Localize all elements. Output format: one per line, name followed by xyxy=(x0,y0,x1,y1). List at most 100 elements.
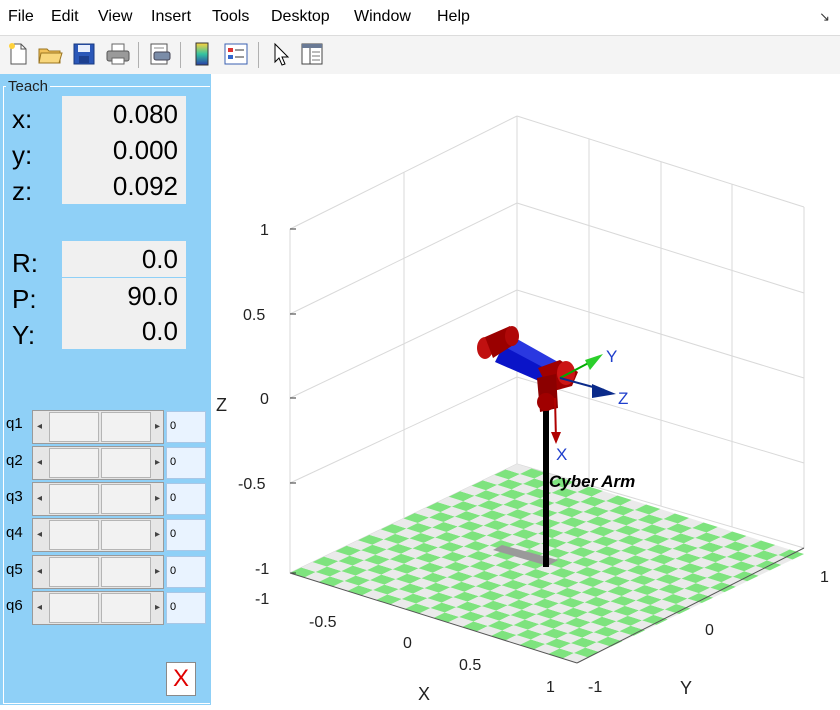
menu-tools[interactable]: Tools xyxy=(212,8,249,26)
z-label: z: xyxy=(12,176,33,206)
yaw-label: Y: xyxy=(12,320,36,350)
y-label: y: xyxy=(12,140,33,170)
slider-trough-left[interactable] xyxy=(49,520,99,550)
slider-trough-left[interactable] xyxy=(49,557,99,587)
y-tick-label: -1 xyxy=(588,679,602,696)
new-file-icon[interactable] xyxy=(4,40,32,68)
q6-slider[interactable]: ◂ ▸ xyxy=(32,591,164,625)
robot-3d-plot[interactable]: Z X Y 1 0.5 0 -0.5 -1 -1 -0.5 0 0.5 1 -1… xyxy=(212,74,840,705)
close-teach-button[interactable]: X xyxy=(166,662,196,696)
roll-value: 0.0 xyxy=(62,241,186,277)
colorbar-icon[interactable] xyxy=(188,40,216,68)
slider-thumb[interactable] xyxy=(101,484,151,514)
robot-wrist-joint xyxy=(537,393,555,411)
slider-thumb[interactable] xyxy=(101,557,151,587)
teach-panel: Teach x: y: z: 0.080 0.000 0.092 R: P: Y… xyxy=(0,74,211,705)
slider-left-arrow-icon[interactable]: ◂ xyxy=(37,566,42,577)
menu-file[interactable]: File xyxy=(8,8,34,26)
robot-joint xyxy=(505,326,519,346)
open-folder-icon[interactable] xyxy=(36,40,64,68)
q4-value-field[interactable]: 0 xyxy=(166,519,206,551)
y-axis-label: Y xyxy=(680,678,692,698)
q2-value-field[interactable]: 0 xyxy=(166,447,206,479)
slider-trough-left[interactable] xyxy=(49,484,99,514)
slider-right-arrow-icon[interactable]: ▸ xyxy=(155,457,160,468)
z-value: 0.092 xyxy=(62,168,186,204)
q4-label: q4 xyxy=(6,524,23,541)
menu-desktop[interactable]: Desktop xyxy=(271,8,330,26)
slider-left-arrow-icon[interactable]: ◂ xyxy=(37,421,42,432)
robot-name-label: Cyber Arm xyxy=(549,472,635,491)
q1-value-field[interactable]: 0 xyxy=(166,411,206,443)
q2-label: q2 xyxy=(6,452,23,469)
q5-label: q5 xyxy=(6,561,23,578)
menu-edit[interactable]: Edit xyxy=(51,8,79,26)
slider-right-arrow-icon[interactable]: ▸ xyxy=(155,421,160,432)
slider-thumb[interactable] xyxy=(101,593,151,623)
slider-thumb[interactable] xyxy=(101,412,151,442)
q1-slider[interactable]: ◂ ▸ xyxy=(32,410,164,444)
toolbar xyxy=(0,35,840,74)
x-tick-label: 0.5 xyxy=(459,657,481,674)
z-tick-label: 0.5 xyxy=(243,307,265,324)
q1-label: q1 xyxy=(6,415,23,432)
toolbar-separator xyxy=(180,42,181,68)
slider-left-arrow-icon[interactable]: ◂ xyxy=(37,493,42,504)
plot-canvas[interactable]: Z X Y 1 0.5 0 -0.5 -1 -1 -0.5 0 0.5 1 -1… xyxy=(212,74,840,705)
x-tick-label: 0 xyxy=(403,635,412,652)
x-axis-label: X xyxy=(418,684,430,704)
pointer-icon[interactable] xyxy=(266,40,294,68)
print-icon[interactable] xyxy=(104,40,132,68)
slider-right-arrow-icon[interactable]: ▸ xyxy=(155,493,160,504)
slider-thumb[interactable] xyxy=(101,520,151,550)
menu-insert[interactable]: Insert xyxy=(151,8,191,26)
q3-slider[interactable]: ◂ ▸ xyxy=(32,482,164,516)
menu-help[interactable]: Help xyxy=(437,8,470,26)
frame-y-label: Y xyxy=(606,347,617,366)
slider-left-arrow-icon[interactable]: ◂ xyxy=(37,529,42,540)
z-axis-label: Z xyxy=(216,395,227,415)
dock-arrow-icon[interactable]: ↘ xyxy=(819,9,830,25)
slider-thumb[interactable] xyxy=(101,448,151,478)
legend-icon[interactable] xyxy=(222,40,250,68)
slider-trough-left[interactable] xyxy=(49,448,99,478)
slider-trough-left[interactable] xyxy=(49,593,99,623)
q5-value-field[interactable]: 0 xyxy=(166,556,206,588)
q3-label: q3 xyxy=(6,488,23,505)
q6-value-field[interactable]: 0 xyxy=(166,592,206,624)
slider-left-arrow-icon[interactable]: ◂ xyxy=(37,602,42,613)
z-tick-label: -1 xyxy=(255,561,269,578)
frame-x-label: X xyxy=(556,445,567,464)
q2-slider[interactable]: ◂ ▸ xyxy=(32,446,164,480)
pitch-label: P: xyxy=(12,284,37,314)
q3-value-field[interactable]: 0 xyxy=(166,483,206,515)
y-tick-label: 1 xyxy=(820,569,829,586)
toolbar-separator xyxy=(258,42,259,68)
x-tick-label: -1 xyxy=(255,591,269,608)
x-label: x: xyxy=(12,104,33,134)
property-editor-icon[interactable] xyxy=(298,40,326,68)
toolbar-separator xyxy=(138,42,139,68)
slider-right-arrow-icon[interactable]: ▸ xyxy=(155,602,160,613)
y-value: 0.000 xyxy=(62,132,186,168)
slider-trough-left[interactable] xyxy=(49,412,99,442)
menu-view[interactable]: View xyxy=(98,8,132,26)
menu-window[interactable]: Window xyxy=(354,8,411,26)
menu-bar: File Edit View Insert Tools Desktop Wind… xyxy=(0,0,840,34)
teach-title: Teach xyxy=(6,78,51,95)
roll-label: R: xyxy=(12,248,38,278)
pitch-value: 90.0 xyxy=(62,277,186,313)
slider-left-arrow-icon[interactable]: ◂ xyxy=(37,457,42,468)
q4-slider[interactable]: ◂ ▸ xyxy=(32,518,164,552)
print-preview-icon[interactable] xyxy=(146,40,174,68)
z-tick-label: 0 xyxy=(260,391,269,408)
slider-right-arrow-icon[interactable]: ▸ xyxy=(155,566,160,577)
save-icon[interactable] xyxy=(70,40,98,68)
y-tick-label: 0 xyxy=(705,622,714,639)
yaw-value: 0.0 xyxy=(62,313,186,349)
q6-label: q6 xyxy=(6,597,23,614)
x-value: 0.080 xyxy=(62,96,186,132)
slider-right-arrow-icon[interactable]: ▸ xyxy=(155,529,160,540)
q5-slider[interactable]: ◂ ▸ xyxy=(32,555,164,589)
z-tick-label: -0.5 xyxy=(238,476,266,493)
